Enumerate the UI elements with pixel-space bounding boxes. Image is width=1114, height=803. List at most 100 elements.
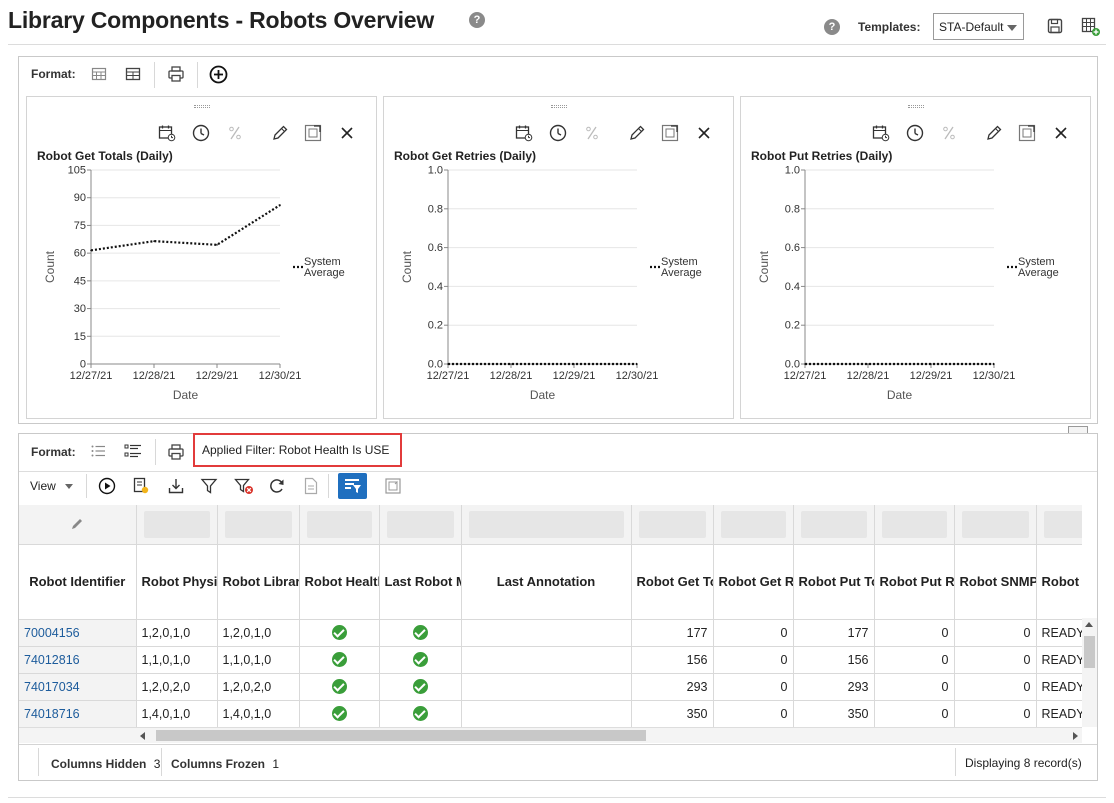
- table-row[interactable]: 74012816 1,1,0,1,0 1,1,0,1,0 156 0 156 0…: [19, 646, 1082, 674]
- table-row[interactable]: 74018716 1,4,0,1,0 1,4,0,1,0 350 0 350 0…: [19, 700, 1082, 727]
- column-header[interactable]: Robot State: [1036, 544, 1082, 620]
- table-row[interactable]: 74017034 1,2,0,2,0 1,2,0,2,0 293 0 293 0…: [19, 673, 1082, 701]
- column-filter-input[interactable]: [1043, 510, 1082, 538]
- filter-icon[interactable]: [200, 477, 218, 495]
- column-filter-input[interactable]: [224, 510, 292, 538]
- robot-id-link[interactable]: 74012816: [24, 653, 80, 667]
- robot-id-cell[interactable]: 74012816: [19, 646, 137, 674]
- column-filter-input[interactable]: [386, 510, 454, 538]
- column-filter-input[interactable]: [143, 510, 210, 538]
- close-icon[interactable]: [696, 125, 712, 144]
- maximize-icon[interactable]: [1018, 124, 1036, 145]
- robot-id-cell[interactable]: 74018716: [19, 700, 137, 727]
- column-filter-input[interactable]: [306, 510, 372, 538]
- scroll-up-icon[interactable]: [1085, 622, 1093, 627]
- column-header[interactable]: Robot Get Retries (30 Days): [713, 544, 794, 620]
- date-range-icon[interactable]: [515, 124, 533, 145]
- drag-handle[interactable]: [194, 105, 210, 108]
- toolbar-separator: [86, 474, 87, 498]
- column-filter-input[interactable]: [468, 510, 624, 538]
- save-as-template-icon[interactable]: [1081, 17, 1101, 37]
- add-chart-icon[interactable]: [209, 65, 228, 84]
- date-range-icon[interactable]: [872, 124, 890, 145]
- clock-icon[interactable]: [192, 124, 210, 145]
- horizontal-scroll-thumb[interactable]: [156, 730, 646, 741]
- robot-id-link[interactable]: 74017034: [24, 680, 80, 694]
- column-filter-input[interactable]: [720, 510, 786, 538]
- column-header[interactable]: Robot SNMP Traps (30 Days): [954, 544, 1037, 620]
- print-table-icon[interactable]: [167, 443, 185, 461]
- save-icon[interactable]: [1047, 18, 1063, 34]
- column-header[interactable]: Robot Put Totals (30 Days): [793, 544, 875, 620]
- drag-handle[interactable]: [551, 105, 567, 108]
- edit-icon[interactable]: [985, 124, 1003, 145]
- edit-columns-icon[interactable]: [20, 515, 135, 534]
- help-icon[interactable]: ?: [824, 19, 840, 35]
- column-filter-cell[interactable]: [631, 505, 714, 545]
- column-header[interactable]: Robot Get Totals (30 Days): [631, 544, 714, 620]
- table-layout-icon[interactable]: [125, 66, 141, 82]
- edit-icon[interactable]: [628, 124, 646, 145]
- health-cell: [299, 646, 380, 674]
- column-header[interactable]: Robot Identifier: [19, 544, 137, 620]
- column-filter-cell[interactable]: [874, 505, 955, 545]
- column-header[interactable]: Robot Health: [299, 544, 380, 620]
- column-filter-input[interactable]: [638, 510, 706, 538]
- column-filter-cell[interactable]: [379, 505, 462, 545]
- column-header[interactable]: Robot Physical Address: [136, 544, 218, 620]
- title-help-icon[interactable]: ?: [469, 12, 485, 28]
- view-menu[interactable]: View: [30, 479, 74, 493]
- column-filter-cell[interactable]: [461, 505, 632, 545]
- filter-panel-toggle-button[interactable]: [338, 473, 367, 499]
- grid-layout-icon[interactable]: [91, 66, 107, 82]
- column-filter-cell[interactable]: [713, 505, 794, 545]
- columns-hidden-info[interactable]: Columns Hidden 3: [51, 757, 160, 771]
- last-message-cell: [379, 673, 462, 701]
- table-row[interactable]: 70004156 1,2,0,1,0 1,2,0,1,0 177 0 177 0…: [19, 619, 1082, 647]
- maximize-icon[interactable]: [661, 124, 679, 145]
- scroll-right-icon[interactable]: [1073, 732, 1078, 740]
- refresh-icon[interactable]: [268, 477, 286, 495]
- vertical-scrollbar[interactable]: [1082, 618, 1097, 727]
- clear-filter-icon[interactable]: [234, 477, 254, 495]
- detail-list-icon[interactable]: [124, 443, 142, 459]
- drag-handle[interactable]: [908, 105, 924, 108]
- column-filter-input[interactable]: [881, 510, 947, 538]
- templates-dropdown[interactable]: STA-Default: [933, 13, 1024, 40]
- columns-frozen-info[interactable]: Columns Frozen 1: [171, 757, 279, 771]
- list-view-icon[interactable]: [90, 443, 106, 459]
- close-icon[interactable]: [339, 125, 355, 144]
- horizontal-scrollbar[interactable]: [136, 727, 1082, 743]
- robot-id-cell[interactable]: 74017034: [19, 673, 137, 701]
- clock-icon[interactable]: [906, 124, 924, 145]
- maximize-icon[interactable]: [304, 124, 322, 145]
- column-edit-cell[interactable]: [19, 505, 137, 545]
- column-header[interactable]: Last Annotation: [461, 544, 632, 620]
- run-icon[interactable]: [98, 477, 116, 495]
- column-filter-cell[interactable]: [1036, 505, 1082, 545]
- footer-separator: [161, 748, 162, 776]
- column-header[interactable]: Robot Library-native Address: [217, 544, 300, 620]
- close-icon[interactable]: [1053, 125, 1069, 144]
- edit-icon[interactable]: [271, 124, 289, 145]
- annotate-icon[interactable]: [132, 477, 150, 495]
- detach-icon[interactable]: [384, 477, 402, 495]
- column-filter-cell[interactable]: [136, 505, 218, 545]
- column-filter-cell[interactable]: [217, 505, 300, 545]
- robot-id-link[interactable]: 74018716: [24, 707, 80, 721]
- column-header[interactable]: Last Robot Message: [379, 544, 462, 620]
- column-filter-cell[interactable]: [793, 505, 875, 545]
- clock-icon[interactable]: [549, 124, 567, 145]
- robot-id-link[interactable]: 70004156: [24, 626, 80, 640]
- scroll-left-icon[interactable]: [140, 732, 145, 740]
- robot-id-cell[interactable]: 70004156: [19, 619, 137, 647]
- column-filter-cell[interactable]: [299, 505, 380, 545]
- column-filter-cell[interactable]: [954, 505, 1037, 545]
- vertical-scroll-thumb[interactable]: [1084, 636, 1095, 668]
- print-icon[interactable]: [167, 65, 185, 83]
- column-filter-input[interactable]: [800, 510, 867, 538]
- column-header[interactable]: Robot Put Retries (30 Days): [874, 544, 955, 620]
- export-icon[interactable]: [167, 477, 185, 495]
- column-filter-input[interactable]: [961, 510, 1029, 538]
- date-range-icon[interactable]: [158, 124, 176, 145]
